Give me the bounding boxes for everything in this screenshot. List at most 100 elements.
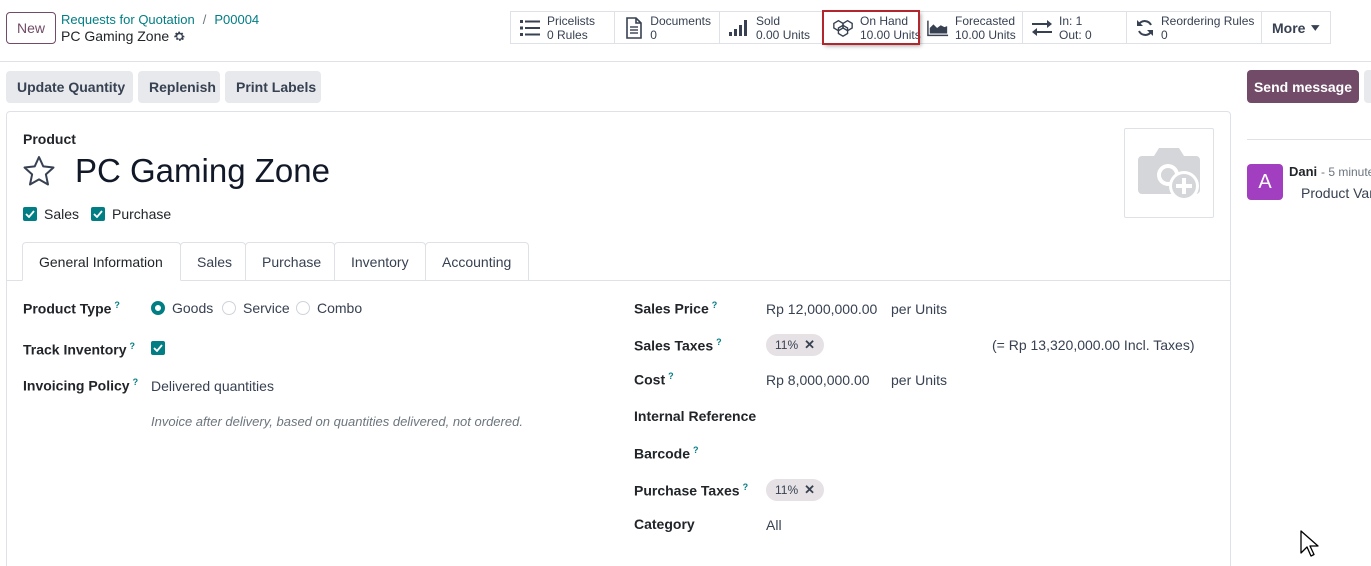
tab-general-information[interactable]: General Information <box>22 242 181 281</box>
new-button[interactable]: New <box>6 12 56 44</box>
cost-label-text: Cost <box>634 371 666 388</box>
radio-selected-icon <box>151 301 165 315</box>
remove-tag-icon[interactable]: ✕ <box>804 482 815 498</box>
forecasted-title: Forecasted <box>955 13 1016 28</box>
record-title: PC Gaming Zone <box>61 28 186 44</box>
caret-down-icon <box>1311 24 1320 31</box>
help-icon[interactable]: ? <box>668 371 674 381</box>
on-hand-button[interactable]: On Hand 10.00 Units <box>822 10 921 45</box>
smart-button-bar: Pricelists 0 Rules Documents 0 Sold 0.00 Un… <box>510 10 1331 45</box>
track-inventory-label: Track Inventory? <box>23 341 135 358</box>
help-icon[interactable]: ? <box>130 341 136 351</box>
gear-icon[interactable] <box>173 30 186 43</box>
sales-tax-tag-label: 11% <box>775 338 799 352</box>
track-inventory-checkbox[interactable] <box>151 341 165 355</box>
out-value: Out: 0 <box>1059 27 1092 42</box>
breadcrumb-separator: / <box>202 12 207 27</box>
product-image-upload[interactable] <box>1124 128 1214 218</box>
purchase-tax-tag-label: 11% <box>775 483 799 497</box>
radio-empty-icon <box>296 301 310 315</box>
sales-checkbox-label: Sales <box>44 206 80 222</box>
documents-button[interactable]: Documents 0 <box>614 11 720 44</box>
tabs-divider <box>7 280 1230 281</box>
help-icon[interactable]: ? <box>693 445 699 455</box>
checkmark-icon <box>153 344 163 352</box>
invoicing-policy-help: Invoice after delivery, based on quantit… <box>151 414 523 429</box>
reordering-value: 0 <box>1161 27 1168 42</box>
reordering-rules-button[interactable]: Reordering Rules 0 <box>1126 11 1262 44</box>
breadcrumb-po-link[interactable]: P00004 <box>214 12 259 27</box>
sold-button[interactable]: Sold 0.00 Units <box>719 11 824 44</box>
refresh-icon <box>1135 17 1155 39</box>
purchase-tax-tag[interactable]: 11% ✕ <box>766 479 825 501</box>
print-labels-button[interactable]: Print Labels <box>225 71 321 103</box>
replenish-button[interactable]: Replenish <box>138 71 220 103</box>
category-select[interactable]: All <box>766 517 782 533</box>
help-icon[interactable]: ? <box>716 337 722 347</box>
purchase-taxes-label: Purchase Taxes? <box>634 482 748 499</box>
purchase-checkbox[interactable]: Purchase <box>91 206 171 222</box>
area-chart-icon <box>927 17 949 39</box>
bar-chart-icon <box>728 17 750 39</box>
tab-accounting[interactable]: Accounting <box>425 242 529 281</box>
sales-taxes-label-text: Sales Taxes <box>634 337 714 354</box>
notebook-tabs: General Information Sales Purchase Inven… <box>22 242 529 281</box>
product-type-goods-radio[interactable]: Goods <box>151 300 213 316</box>
message-author[interactable]: Dani <box>1289 164 1317 179</box>
sold-title: Sold <box>756 13 781 28</box>
chatter-divider <box>1247 139 1371 140</box>
more-button[interactable]: More <box>1261 11 1331 44</box>
invoicing-policy-label: Invoicing Policy? <box>23 377 138 394</box>
record-title-text: PC Gaming Zone <box>61 28 170 44</box>
on-hand-title: On Hand <box>860 13 909 28</box>
remove-tag-icon[interactable]: ✕ <box>804 337 815 353</box>
product-type-combo-radio[interactable]: Combo <box>296 300 362 316</box>
document-icon <box>623 16 644 39</box>
documents-title: Documents <box>650 13 711 28</box>
control-panel-divider <box>0 61 1371 62</box>
sales-price-label-text: Sales Price <box>634 300 709 317</box>
list-icon <box>519 17 541 39</box>
purchase-checkbox-label: Purchase <box>112 206 172 222</box>
log-note-button[interactable] <box>1364 70 1371 103</box>
breadcrumb-rfq-link[interactable]: Requests for Quotation <box>61 12 195 27</box>
sales-price-label: Sales Price? <box>634 300 717 317</box>
invoicing-policy-select[interactable]: Delivered quantities <box>151 378 274 394</box>
cost-unit: per Units <box>891 372 948 388</box>
documents-value: 0 <box>650 27 657 42</box>
send-message-button[interactable]: Send message <box>1247 70 1359 103</box>
sales-price-input[interactable]: Rp 12,000,000.00 <box>766 301 877 317</box>
in-title: In: 1 <box>1059 13 1083 28</box>
in-out-button[interactable]: In: 1 Out: 0 <box>1022 11 1127 44</box>
tab-sales[interactable]: Sales <box>180 242 246 281</box>
product-label: Product <box>23 131 76 147</box>
update-quantity-button[interactable]: Update Quantity <box>6 71 133 103</box>
sales-price-unit: per Units <box>891 301 948 317</box>
help-icon[interactable]: ? <box>133 377 139 387</box>
sales-checkbox[interactable]: Sales <box>23 206 79 222</box>
forecasted-button[interactable]: Forecasted 10.00 Units <box>918 11 1023 44</box>
sales-tax-tag[interactable]: 11% ✕ <box>766 334 825 356</box>
pricelists-title: Pricelists <box>547 13 596 28</box>
pricelists-value: 0 Rules <box>547 27 588 42</box>
reordering-title: Reordering Rules <box>1161 13 1255 28</box>
product-type-service-radio[interactable]: Service <box>222 300 290 316</box>
pricelists-button[interactable]: Pricelists 0 Rules <box>510 11 615 44</box>
star-icon[interactable] <box>22 155 56 187</box>
invoicing-policy-label-text: Invoicing Policy <box>23 377 130 394</box>
cost-input[interactable]: Rp 8,000,000.00 <box>766 372 870 388</box>
checkbox-checked-icon <box>91 207 105 221</box>
avatar[interactable]: A <box>1247 164 1283 200</box>
tab-inventory[interactable]: Inventory <box>334 242 426 281</box>
help-icon[interactable]: ? <box>712 300 718 310</box>
sold-value: 0.00 Units <box>756 27 811 42</box>
more-label: More <box>1272 19 1306 36</box>
help-icon[interactable]: ? <box>114 300 120 310</box>
combo-label: Combo <box>317 300 363 316</box>
help-icon[interactable]: ? <box>743 482 749 492</box>
internal-reference-label: Internal Reference <box>634 408 757 424</box>
product-name-field[interactable]: PC Gaming Zone <box>75 152 330 190</box>
message-body: Product Var <box>1301 185 1371 201</box>
tab-purchase[interactable]: Purchase <box>245 242 335 281</box>
cost-label: Cost? <box>634 371 674 388</box>
